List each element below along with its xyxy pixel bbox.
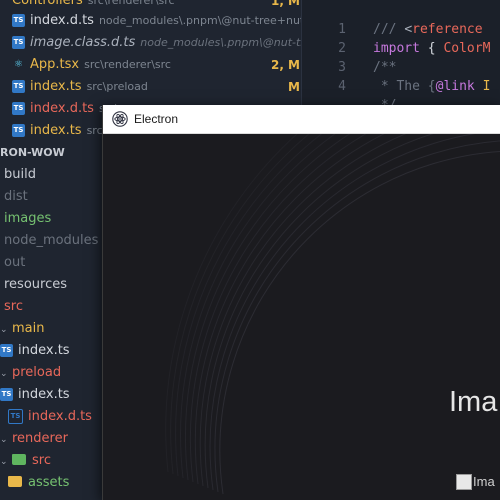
git-status-badge: 2, M: [270, 58, 300, 72]
typescript-file-icon: TS: [8, 409, 23, 424]
code-token: @link: [435, 79, 475, 94]
background-arc: [185, 134, 351, 481]
open-editor-filename: index.d.ts: [30, 13, 94, 28]
code-token: /**: [373, 60, 397, 75]
folder-icon: [8, 476, 22, 487]
typescript-file-icon: TS: [12, 102, 25, 115]
chevron-down-icon[interactable]: ⌄: [0, 363, 10, 384]
open-editor-item[interactable]: ⚛ App.tsx src\renderer\src 2, M: [0, 54, 301, 76]
background-arc: [214, 140, 500, 493]
window-title: Electron: [134, 112, 179, 126]
open-editor-filename: App.tsx: [30, 57, 80, 72]
background-arcs: [165, 134, 500, 495]
desktop-root: Controllers src\renderer\src 1, M TS index.d…: [0, 0, 500, 500]
open-editor-path: src\preload: [86, 80, 148, 93]
typescript-file-icon: TS: [12, 14, 25, 27]
line-number: 4: [338, 79, 346, 94]
electron-window[interactable]: Electron Ima Ima: [102, 105, 500, 500]
typescript-file-icon: TS: [0, 388, 13, 401]
line-number: 1: [338, 22, 346, 37]
open-editor-path: src\renderer\src: [84, 58, 171, 71]
window-content: Ima Ima: [103, 134, 500, 500]
background-arc: [175, 134, 323, 477]
code-line: 1 /// <reference: [302, 20, 500, 39]
hero-heading: Ima: [449, 386, 498, 418]
open-editor-filename: index.ts: [30, 123, 82, 138]
code-token: ///: [373, 22, 405, 37]
react-file-icon: ⚛: [14, 59, 23, 70]
chevron-down-icon[interactable]: ⌄: [0, 319, 10, 340]
typescript-file-icon: TS: [0, 344, 13, 357]
folder-icon: [12, 454, 26, 465]
code-line: 4 * The {@link I: [302, 77, 500, 96]
tree-item-label: index.ts: [18, 387, 70, 402]
background-arc: [180, 134, 336, 479]
tree-item-label: preload: [12, 365, 62, 380]
tree-item-label: renderer: [12, 431, 68, 446]
tree-item-label: index.ts: [18, 343, 70, 358]
code-token: {: [419, 41, 444, 56]
code-token: <: [404, 22, 413, 37]
line-number: 3: [338, 60, 346, 75]
git-status-badge: M: [288, 80, 300, 94]
tree-item-label: build: [4, 167, 36, 182]
background-arc: [170, 134, 310, 475]
background-arc: [219, 151, 500, 495]
background-arc: [199, 134, 407, 487]
code-token: I: [474, 79, 491, 94]
code-token: import: [373, 41, 420, 56]
open-editor-path: src\renderer\src: [87, 0, 175, 7]
chevron-down-icon[interactable]: ⌄: [0, 429, 10, 450]
tree-item-label: out: [4, 255, 26, 270]
code-token: reference: [412, 22, 483, 37]
code-line: 3 /**: [302, 58, 500, 77]
open-editor-filename: Controllers: [12, 0, 83, 8]
broken-image-alt: Ima: [473, 474, 495, 489]
line-number: 2: [338, 41, 346, 56]
open-editor-path: node_modules\.pnpm\@nut-tree+nut-js@...: [98, 14, 301, 27]
typescript-file-icon: TS: [12, 80, 25, 93]
open-editor-item[interactable]: TS index.ts src\preload M: [0, 76, 301, 98]
open-editor-item[interactable]: TS index.d.ts node_modules\.pnpm\@nut-tree…: [0, 10, 301, 32]
open-editor-filename: index.d.ts: [30, 101, 94, 116]
tree-item-label: assets: [28, 475, 70, 490]
explorer-section-title[interactable]: RON-WOW: [0, 142, 65, 164]
tree-item-label: index.d.ts: [28, 409, 92, 424]
broken-image: Ima: [456, 473, 495, 491]
typescript-file-icon: TS: [12, 36, 25, 49]
window-titlebar[interactable]: Electron: [103, 105, 500, 134]
tree-item-label: src: [4, 299, 23, 314]
open-editor-path: node_modules\.pnpm\@nut-tree+sh...: [140, 36, 301, 49]
open-editor-filename: index.ts: [30, 79, 82, 94]
tree-item-label: src: [32, 453, 51, 468]
tree-item-label: resources: [4, 277, 68, 292]
code-token: ColorM: [443, 41, 491, 56]
tree-item-label: images: [4, 211, 52, 226]
broken-image-icon: [456, 473, 472, 490]
electron-app-icon: [112, 111, 128, 127]
tree-item-label: main: [12, 321, 45, 336]
chevron-down-icon[interactable]: ⌄: [0, 451, 10, 472]
code-line: 2 import { ColorM: [302, 39, 500, 58]
open-editor-filename: image.class.d.ts: [30, 35, 136, 50]
typescript-file-icon: TS: [12, 124, 25, 137]
code-token: * The {: [373, 79, 436, 94]
tree-item-label: dist: [4, 189, 28, 204]
open-editor-item[interactable]: TS image.class.d.ts node_modules\.pnpm\@nu…: [0, 32, 301, 54]
tree-item-label: node_modules: [4, 233, 99, 248]
background-arc: [204, 134, 434, 489]
